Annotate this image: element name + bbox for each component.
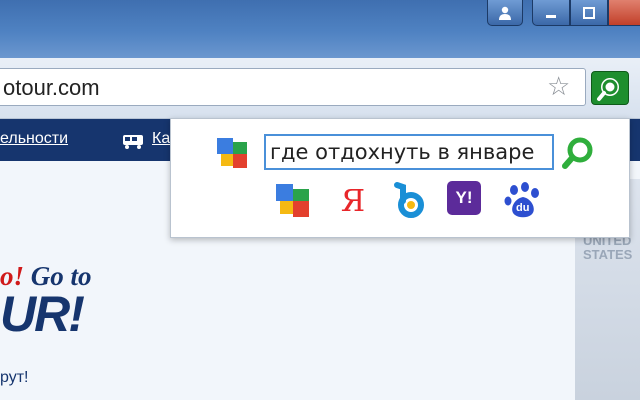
maximize-button[interactable] bbox=[570, 0, 608, 26]
search-extension-button[interactable] bbox=[591, 71, 629, 105]
magnifier-icon bbox=[597, 78, 619, 101]
nav-link-activities[interactable]: ельности bbox=[0, 130, 68, 148]
user-icon bbox=[499, 6, 511, 20]
google-icon[interactable] bbox=[273, 181, 313, 221]
search-input[interactable] bbox=[264, 134, 554, 170]
yahoo-icon[interactable]: Y! bbox=[447, 181, 481, 215]
baidu-paw-icon bbox=[504, 182, 539, 218]
hero-brand: UR! bbox=[0, 286, 85, 342]
maximize-icon bbox=[583, 6, 595, 19]
hero-subtitle: рут! bbox=[0, 369, 29, 386]
bus-icon bbox=[123, 135, 143, 149]
search-icon[interactable] bbox=[561, 136, 595, 170]
address-bar[interactable]: otour.com ☆ bbox=[0, 68, 586, 106]
yahoo-icon-label: Y! bbox=[455, 188, 473, 207]
google-icon[interactable] bbox=[215, 136, 251, 172]
minimize-icon bbox=[546, 14, 556, 18]
map-label: UNITED STATES bbox=[583, 234, 632, 262]
bing-icon[interactable] bbox=[389, 181, 429, 221]
nav-link-catalog[interactable]: Ка bbox=[152, 130, 170, 148]
title-bar bbox=[0, 0, 640, 58]
bookmark-star-icon[interactable]: ☆ bbox=[547, 73, 570, 99]
baidu-icon[interactable]: du bbox=[503, 181, 543, 221]
baidu-icon-label: du bbox=[516, 202, 530, 214]
url-text: otour.com bbox=[3, 75, 100, 100]
search-popup: Я Y! du bbox=[170, 118, 630, 238]
browser-toolbar: otour.com ☆ bbox=[0, 58, 640, 119]
search-engine-list: Я Y! du bbox=[271, 181, 561, 221]
yandex-icon-label: Я bbox=[340, 183, 366, 219]
profile-button[interactable] bbox=[487, 0, 523, 26]
map-label-line: STATES bbox=[583, 247, 633, 262]
close-button[interactable] bbox=[608, 0, 640, 26]
minimize-button[interactable] bbox=[532, 0, 570, 26]
yandex-icon[interactable]: Я bbox=[333, 181, 373, 221]
